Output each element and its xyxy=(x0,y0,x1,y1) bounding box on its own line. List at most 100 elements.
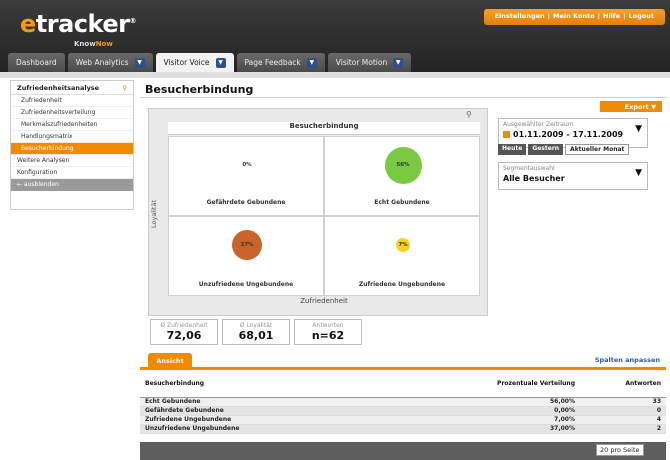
sidebar-item-handlungsmatrix[interactable]: Handlungsmatrix xyxy=(11,131,133,143)
tab-page-feedback[interactable]: Page Feedback ▼ xyxy=(236,53,325,72)
header-strip xyxy=(0,72,670,78)
tab-visitor-motion[interactable]: Visitor Motion ▼ xyxy=(327,53,412,72)
cell-count: 4 xyxy=(580,415,666,425)
period-label: Ausgewählter Zeitraum xyxy=(503,121,574,128)
bubble-label: 0% xyxy=(242,162,252,168)
view-tab[interactable]: Ansicht xyxy=(148,353,192,368)
etracker-logo[interactable]: etracker® xyxy=(20,10,136,38)
bubble-label: 56% xyxy=(396,162,410,168)
data-table: Besucherbindung Prozentuale Verteilung A… xyxy=(140,371,666,434)
tab-dashboard[interactable]: Dashboard xyxy=(8,53,65,72)
matrix-title: Besucherbindung xyxy=(168,122,480,135)
chevron-down-icon[interactable]: ▼ xyxy=(306,57,317,68)
per-page-select[interactable]: 20 pro Seite xyxy=(596,444,644,456)
top-menu: Einstellungen | Mein Konto | Hilfe | Logout xyxy=(483,9,665,25)
search-icon[interactable]: ⚲ xyxy=(122,84,127,92)
chevron-down-icon[interactable]: ▼ xyxy=(635,168,642,178)
stat-value: 72,06 xyxy=(166,329,202,342)
cell-count: 2 xyxy=(580,424,666,434)
cell-name: Gefährdete Gebundene xyxy=(140,406,470,416)
chevron-down-icon[interactable]: ▼ xyxy=(134,57,145,68)
menu-logout[interactable]: Logout xyxy=(629,12,654,20)
period-value-row: 01.11.2009 - 17.11.2009 xyxy=(499,130,647,139)
bubble-label: 37% xyxy=(240,242,254,248)
table-row: Zufriedene Ungebundene 7,00% 4 xyxy=(140,415,666,425)
col-verteilung[interactable]: Prozentuale Verteilung xyxy=(470,371,580,398)
chevron-down-icon[interactable]: ▼ xyxy=(635,124,642,134)
stat-value: n=62 xyxy=(311,329,345,342)
app-header: etracker® KnowNow Einstellungen | Mein Kon… xyxy=(0,0,670,72)
cell-name: Echt Gebundene xyxy=(140,397,470,407)
bubble-echt: 56% xyxy=(384,146,422,184)
table-header-row: Besucherbindung Prozentuale Verteilung A… xyxy=(140,371,666,398)
chevron-down-icon[interactable]: ▼ xyxy=(215,57,226,68)
stat-value: 68,01 xyxy=(238,329,274,342)
stat-antworten: Antworten n=62 xyxy=(294,319,362,345)
quadrant-gefaehrdete: 0% Gefährdete Gebundene xyxy=(168,136,324,216)
sidebar-item-merkmale[interactable]: Merkmalszufriedenheiten xyxy=(11,119,133,131)
main-content: Besucherbindung Export ▼ ⚲ Besucherbindu… xyxy=(140,80,666,460)
cell-pct: 7,00% xyxy=(470,415,580,425)
table-row: Unzufriedene Ungebundene 37,00% 2 xyxy=(140,424,666,434)
quadrant-zufriedene: 7% Zufriedene Ungebundene xyxy=(324,216,480,296)
cell-count: 33 xyxy=(580,397,666,407)
cell-name: Unzufriedene Ungebundene xyxy=(140,424,470,434)
export-button[interactable]: Export ▼ xyxy=(600,101,662,112)
bubble-gefaehrdete: 0% xyxy=(240,158,254,172)
quadrant-label: Unzufriedene Ungebundene xyxy=(198,281,294,288)
stats-row: Ø Zufriedenheit 72,06 Ø Loyalität 68,01 An… xyxy=(150,319,362,345)
bubble-zufriedene: 7% xyxy=(396,238,410,252)
x-axis-label: Zufriedenheit xyxy=(300,297,348,305)
logo-text: tracker xyxy=(35,10,130,38)
segment-selector[interactable]: Segmentauswahl Alle Besucher ▼ xyxy=(498,162,648,190)
zoom-icon[interactable]: ⚲ xyxy=(466,110,478,120)
sidebar-item-konfiguration[interactable]: Konfiguration xyxy=(11,167,133,179)
adjust-columns-link[interactable]: Spalten anpassen xyxy=(595,356,660,364)
sidebar-hide-button[interactable]: ← ausblenden xyxy=(11,179,133,191)
table-divider xyxy=(140,367,666,370)
quadrant-label: Zufriedene Ungebundene xyxy=(358,281,446,288)
sidebar-section-label: Zufriedenheitsanalyse xyxy=(17,84,100,92)
heute-button[interactable]: Heute xyxy=(498,144,527,155)
calendar-icon xyxy=(503,131,510,138)
col-antworten[interactable]: Antworten xyxy=(580,371,666,398)
col-besucherbindung[interactable]: Besucherbindung xyxy=(140,371,470,398)
stat-label: Ø Zufriedenheit xyxy=(160,322,208,329)
table-row: Gefährdete Gebundene 0,00% 0 xyxy=(140,406,666,416)
quick-period-buttons: Heute Gestern Aktueller Monat xyxy=(498,144,630,155)
quadrant-label: Gefährdete Gebundene xyxy=(206,199,286,206)
sidebar-item-weitere-analysen[interactable]: Weitere Analysen xyxy=(11,155,133,167)
tab-web-analytics[interactable]: Web Analytics ▼ xyxy=(67,53,153,72)
gestern-button[interactable]: Gestern xyxy=(528,144,564,155)
tab-label: Visitor Motion xyxy=(335,58,388,67)
cell-pct: 37,00% xyxy=(470,424,580,434)
sidebar-section-header[interactable]: Zufriedenheitsanalyse ⚲ xyxy=(11,81,133,95)
tagline-know: Know xyxy=(74,40,96,48)
sidebar-item-besucherbindung[interactable]: Besucherbindung xyxy=(11,143,133,155)
export-label: Export xyxy=(624,103,649,111)
page-title: Besucherbindung xyxy=(140,80,666,98)
tab-label: Visitor Voice xyxy=(163,58,210,67)
tab-label: Dashboard xyxy=(16,58,57,67)
y-axis-label: Loyalität xyxy=(150,200,158,229)
stat-label: Antworten xyxy=(312,322,344,329)
quadrant-echt: 56% Echt Gebundene xyxy=(324,136,480,216)
menu-settings[interactable]: Einstellungen xyxy=(495,12,545,20)
chevron-down-icon[interactable]: ▼ xyxy=(393,57,404,68)
stat-label: Ø Loyalität xyxy=(239,322,273,329)
cell-name: Zufriedene Ungebundene xyxy=(140,415,470,425)
sidebar-item-zufriedenheit[interactable]: Zufriedenheit xyxy=(11,95,133,107)
cell-pct: 0,00% xyxy=(470,406,580,416)
period-value: 01.11.2009 - 17.11.2009 xyxy=(513,130,624,139)
tab-visitor-voice[interactable]: Visitor Voice ▼ xyxy=(155,53,234,72)
aktueller-monat-button[interactable]: Aktueller Monat xyxy=(565,144,630,155)
sidebar-item-verteilung[interactable]: Zufriedenheitsverteilung xyxy=(11,107,133,119)
stat-zufriedenheit: Ø Zufriedenheit 72,06 xyxy=(150,319,218,345)
table-pager xyxy=(140,442,666,460)
bubble-label: 7% xyxy=(398,242,408,248)
cell-count: 0 xyxy=(580,406,666,416)
cell-pct: 56,00% xyxy=(470,397,580,407)
tab-label: Web Analytics xyxy=(75,58,129,67)
menu-help[interactable]: Hilfe xyxy=(603,12,620,20)
menu-account[interactable]: Mein Konto xyxy=(553,12,595,20)
